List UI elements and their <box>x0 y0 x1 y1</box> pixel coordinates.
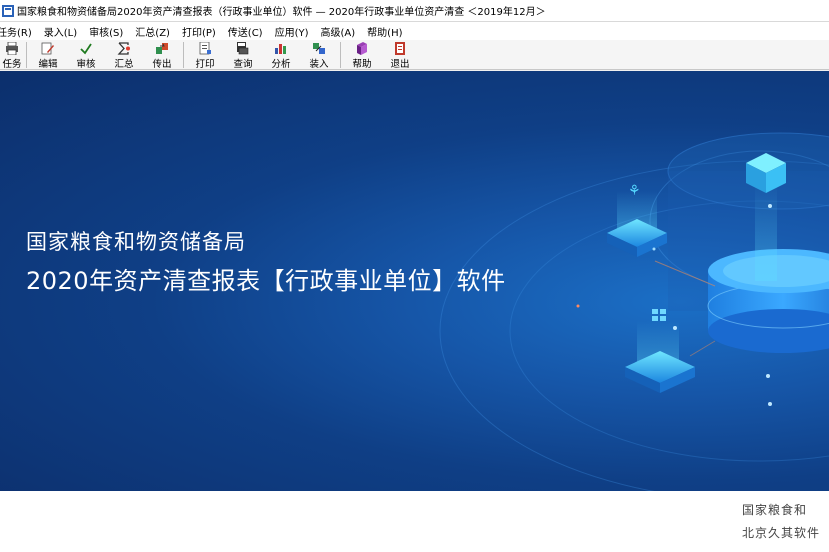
footer-vendor-text: 北京久其软件 <box>742 526 821 540</box>
menu-summary[interactable]: 汇总(Z) <box>129 24 176 39</box>
task-button-label: 任务 <box>2 59 22 70</box>
splash-banner: ⚘ 国家粮食和物资储备局 2020年资产清查报表【行政事业单位】软件 <box>0 71 829 491</box>
edit-button[interactable]: 编辑 <box>29 40 67 70</box>
exit-icon <box>395 42 405 55</box>
export-button-label: 传出 <box>152 59 172 70</box>
menu-help[interactable]: 帮助(H) <box>361 24 408 39</box>
analyze-button[interactable]: 分析 <box>262 40 300 70</box>
toolbar-separator <box>340 42 341 68</box>
menu-task[interactable]: 任务(R) <box>0 24 38 39</box>
edit-button-label: 编辑 <box>38 59 58 70</box>
import-button-label: 装入 <box>309 59 329 70</box>
print-button-label: 打印 <box>195 59 215 70</box>
query-button[interactable]: 查询 <box>224 40 262 70</box>
check-icon <box>80 43 92 55</box>
footer-org-text: 国家粮食和 <box>742 503 808 517</box>
menu-input[interactable]: 录入(L) <box>38 24 83 39</box>
menu-apply[interactable]: 应用(Y) <box>269 24 315 39</box>
export-button[interactable]: 传出 <box>143 40 181 70</box>
splash-footer: 国家粮食和 北京久其软件 <box>0 491 829 552</box>
svg-text:⚘: ⚘ <box>628 183 641 199</box>
export-icon <box>156 43 168 54</box>
window-title: 国家粮食和物资储备局2020年资产清查报表（行政事业单位）软件 — 2020年行… <box>17 7 546 18</box>
query-icon <box>237 42 249 55</box>
exit-button-label: 退出 <box>390 59 410 70</box>
menu-audit[interactable]: 审核(S) <box>83 24 129 39</box>
print-icon <box>199 42 211 55</box>
print-button[interactable]: 打印 <box>186 40 224 70</box>
analyze-button-label: 分析 <box>271 59 291 70</box>
audit-button-label: 审核 <box>76 59 96 70</box>
audit-button[interactable]: 审核 <box>67 40 105 70</box>
toolbar-separator <box>26 42 27 68</box>
help-button-label: 帮助 <box>352 59 372 70</box>
help-book-icon <box>357 42 367 55</box>
summary-button[interactable]: 汇总 <box>105 40 143 70</box>
query-button-label: 查询 <box>233 59 253 70</box>
banner-product-title: 2020年资产清查报表【行政事业单位】软件 <box>26 267 506 295</box>
menu-print[interactable]: 打印(P) <box>176 24 222 39</box>
toolbar: 任务 编辑 审核 汇总 传出 打印 查询 分析 装入 帮助 退出 <box>0 40 829 70</box>
menu-bar: 任务(R) 录入(L) 审核(S) 汇总(Z) 打印(P) 传送(C) 应用(Y… <box>0 22 829 40</box>
title-bar: 国家粮食和物资储备局2020年资产清查报表（行政事业单位）软件 — 2020年行… <box>0 0 829 22</box>
help-button[interactable]: 帮助 <box>343 40 381 70</box>
chart-icon <box>275 44 286 54</box>
import-icon <box>313 43 325 54</box>
import-button[interactable]: 装入 <box>300 40 338 70</box>
edit-icon <box>41 42 54 55</box>
app-icon <box>2 4 14 17</box>
exit-button[interactable]: 退出 <box>381 40 419 70</box>
menu-advanced[interactable]: 高级(A) <box>315 24 362 39</box>
menu-transfer[interactable]: 传送(C) <box>222 24 269 39</box>
printer-icon <box>6 42 18 55</box>
banner-org-name: 国家粮食和物资储备局 <box>26 230 246 254</box>
toolbar-separator <box>183 42 184 68</box>
sum-icon <box>117 42 130 55</box>
summary-button-label: 汇总 <box>114 59 134 70</box>
task-button[interactable]: 任务 <box>0 40 24 70</box>
